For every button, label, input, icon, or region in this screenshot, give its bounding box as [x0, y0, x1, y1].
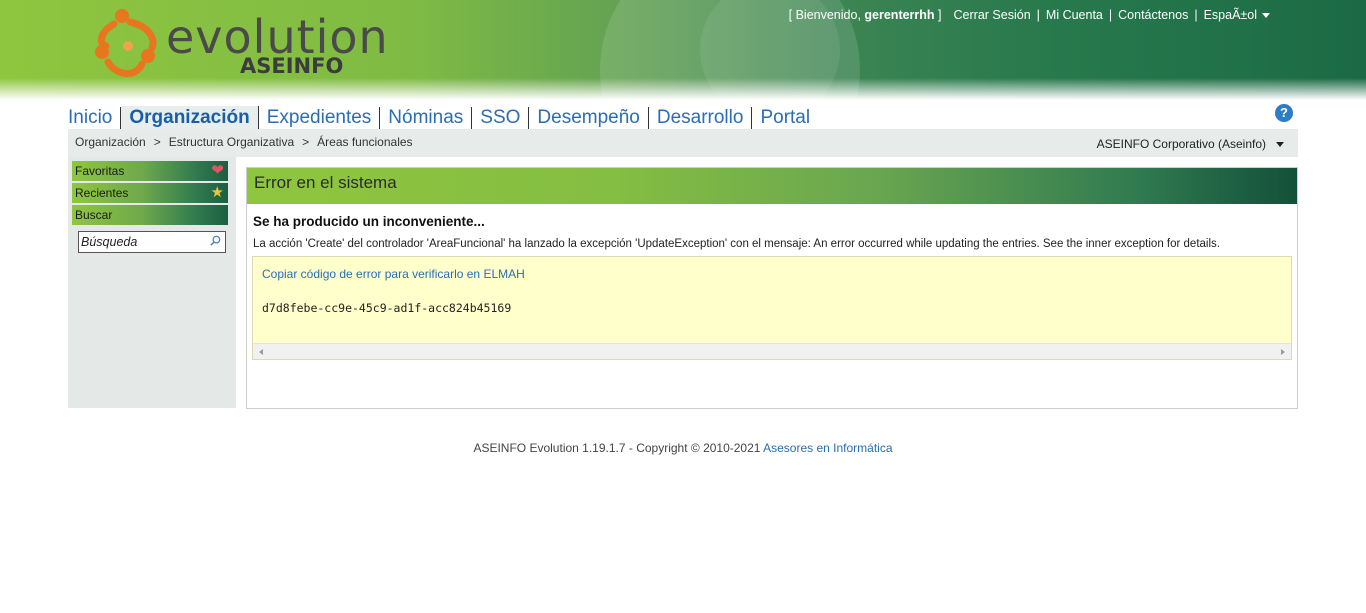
company-selector[interactable]: ASEINFO Corporativo (Aseinfo) [1097, 137, 1284, 151]
breadcrumb-separator: > [302, 135, 310, 149]
error-code-box: Copiar código de error para verificarlo … [252, 256, 1292, 360]
error-code: d7d8febe-cc9e-45c9-ad1f-acc824b45169 [262, 301, 512, 315]
nav-inicio[interactable]: Inicio [68, 107, 122, 130]
main-nav: Inicio Organización Expedientes Nóminas … [68, 104, 818, 130]
sidebar-item-label: Recientes [75, 186, 129, 200]
footer: ASEINFO Evolution 1.19.1.7 - Copyright ©… [0, 441, 1366, 455]
footer-text: ASEINFO Evolution 1.19.1.7 - Copyright ©… [473, 441, 761, 455]
panel-header: Error en el sistema [247, 168, 1297, 204]
breadcrumb: Organización > Estructura Organizativa >… [75, 135, 413, 149]
error-message: La acción 'Create' del controlador 'Area… [253, 238, 1220, 250]
breadcrumb-item[interactable]: Estructura Organizativa [169, 135, 294, 149]
error-panel: Error en el sistema Se ha producido un i… [246, 167, 1298, 409]
breadcrumb-bar: Organización > Estructura Organizativa >… [68, 129, 1298, 157]
link-separator: | [1194, 8, 1198, 22]
logout-link[interactable]: Cerrar Sesión [954, 8, 1031, 22]
chevron-down-icon [1276, 141, 1284, 147]
copy-error-code-link[interactable]: Copiar código de error para verificarlo … [262, 267, 525, 281]
nav-desarrollo[interactable]: Desarrollo [649, 107, 753, 130]
logo-subtitle: ASEINFO [240, 54, 344, 78]
user-links: [ Bienvenido, gerenterrhh ] Cerrar Sesió… [789, 8, 1270, 22]
language-selector[interactable]: EspaÃ±ol [1204, 8, 1270, 22]
breadcrumb-item[interactable]: Organización [75, 135, 146, 149]
star-icon: ★ [210, 184, 224, 201]
welcome-suffix: ] [938, 8, 942, 22]
company-label: ASEINFO Corporativo (Aseinfo) [1096, 137, 1266, 151]
logo-emblem-icon [95, 9, 157, 77]
nav-organizacion[interactable]: Organización [121, 106, 259, 130]
nav-nominas[interactable]: Nóminas [380, 107, 473, 130]
sidebar-item-search[interactable]: Buscar [72, 205, 228, 225]
horizontal-scrollbar[interactable] [253, 343, 1291, 359]
welcome-user: gerenterrhh [864, 8, 935, 22]
help-icon[interactable]: ? [1275, 104, 1293, 122]
link-separator: | [1036, 8, 1040, 22]
search-input[interactable] [79, 232, 205, 252]
chevron-down-icon [1262, 13, 1270, 19]
search-field [78, 231, 226, 253]
magnifier-icon[interactable] [210, 235, 221, 246]
error-heading: Se ha producido un inconveniente... [253, 214, 485, 229]
heart-icon: ❤ [211, 162, 224, 179]
app-header: evolution ASEINFO [ Bienvenido, gerenter… [0, 0, 1366, 100]
link-separator: | [1108, 8, 1113, 22]
sidebar-item-label: Favoritas [75, 164, 125, 178]
breadcrumb-item-current: Áreas funcionales [317, 135, 413, 149]
nav-portal[interactable]: Portal [752, 107, 818, 130]
nav-desempeno[interactable]: Desempeño [529, 107, 649, 130]
scroll-left-icon[interactable] [259, 349, 263, 355]
welcome-prefix: [ Bienvenido, [788, 8, 861, 22]
breadcrumb-separator: > [153, 135, 161, 149]
contact-link[interactable]: Contáctenos [1118, 8, 1188, 22]
my-account-link[interactable]: Mi Cuenta [1046, 8, 1103, 22]
sidebar: Favoritas ❤ Recientes ★ Buscar [68, 157, 236, 408]
scroll-right-icon[interactable] [1281, 349, 1285, 355]
panel-title: Error en el sistema [254, 173, 397, 192]
nav-sso[interactable]: SSO [472, 107, 530, 130]
sidebar-item-label: Buscar [75, 208, 113, 222]
footer-link[interactable]: Asesores en Informática [763, 441, 892, 455]
sidebar-item-favorites[interactable]: Favoritas ❤ [72, 161, 228, 181]
language-label: EspaÃ±ol [1203, 8, 1257, 22]
evolution-logo[interactable]: evolution ASEINFO [92, 6, 388, 86]
nav-expedientes[interactable]: Expedientes [259, 107, 381, 130]
sidebar-item-recent[interactable]: Recientes ★ [72, 183, 228, 203]
